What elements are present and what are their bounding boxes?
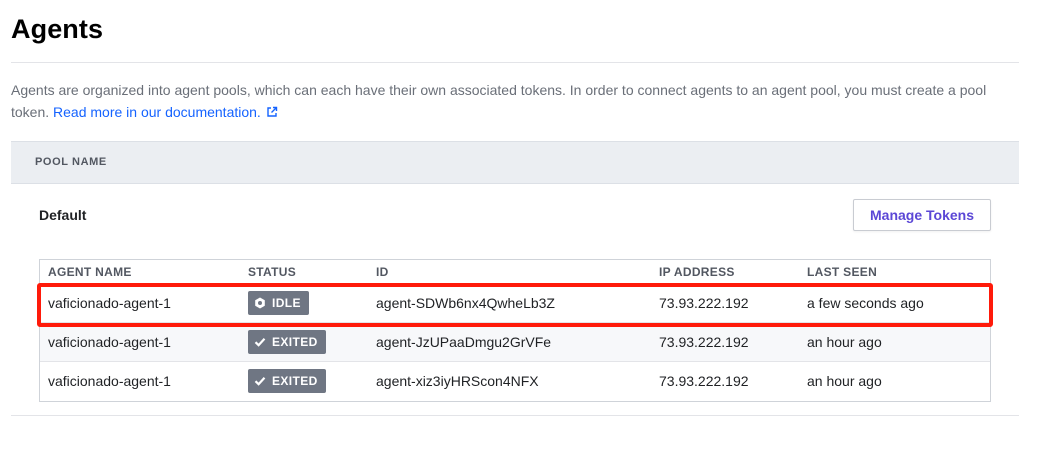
external-link-icon xyxy=(267,106,278,117)
pool-name: Default xyxy=(39,207,87,223)
title-divider xyxy=(11,62,1019,63)
ip-address-cell: 73.93.222.192 xyxy=(659,373,749,389)
check-icon xyxy=(254,338,266,347)
status-badge: EXITED xyxy=(248,330,326,354)
hexagon-icon xyxy=(255,297,265,309)
table-row[interactable]: vaficionado-agent-1 EXITED agent-JzUPaaD… xyxy=(40,323,990,362)
page-title: Agents xyxy=(11,14,104,44)
ip-address-cell: 73.93.222.192 xyxy=(659,334,749,350)
table-row[interactable]: vaficionado-agent-1 EXITED agent-xiz3iyH… xyxy=(40,362,990,401)
agents-table-header: AGENT NAME STATUS ID IP ADDRESS LAST SEE… xyxy=(40,260,990,284)
agents-table: AGENT NAME STATUS ID IP ADDRESS LAST SEE… xyxy=(39,259,991,402)
ip-address-column-header: IP ADDRESS xyxy=(659,265,735,279)
id-column-header: ID xyxy=(376,265,389,279)
manage-tokens-button[interactable]: Manage Tokens xyxy=(853,199,991,231)
agent-id-cell: agent-SDWb6nx4QwheLb3Z xyxy=(376,295,555,311)
last-seen-cell: a few seconds ago xyxy=(807,295,924,311)
status-badge: IDLE xyxy=(248,291,309,315)
pool-name-column-header: POOL NAME xyxy=(35,156,107,168)
documentation-link-label: Read more in our documentation. xyxy=(53,104,261,120)
intro-paragraph: Agents are organized into agent pools, w… xyxy=(11,79,1011,123)
agent-id-cell: agent-xiz3iyHRScon4NFX xyxy=(376,373,539,389)
status-badge: EXITED xyxy=(248,369,326,393)
check-icon xyxy=(254,377,266,386)
agent-name-cell: vaficionado-agent-1 xyxy=(48,295,171,311)
documentation-link[interactable]: Read more in our documentation. xyxy=(53,104,278,120)
table-row[interactable]: vaficionado-agent-1 IDLE agent-SDWb6nx4Q… xyxy=(40,284,990,323)
agent-id-cell: agent-JzUPaaDmgu2GrVFe xyxy=(376,334,552,350)
ip-address-cell: 73.93.222.192 xyxy=(659,295,749,311)
agent-name-cell: vaficionado-agent-1 xyxy=(48,334,171,350)
last-seen-column-header: LAST SEEN xyxy=(807,265,878,279)
agent-name-cell: vaficionado-agent-1 xyxy=(48,373,171,389)
status-label: EXITED xyxy=(272,335,318,349)
status-label: EXITED xyxy=(272,374,318,388)
last-seen-cell: an hour ago xyxy=(807,373,882,389)
agent-name-column-header: AGENT NAME xyxy=(48,265,132,279)
bottom-divider xyxy=(11,415,1019,416)
status-column-header: STATUS xyxy=(248,265,297,279)
status-label: IDLE xyxy=(272,296,301,310)
pool-table-header: POOL NAME xyxy=(11,141,1019,184)
last-seen-cell: an hour ago xyxy=(807,334,882,350)
